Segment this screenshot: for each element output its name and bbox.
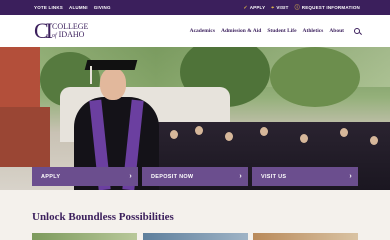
apply-button[interactable]: APPLY ›	[32, 167, 138, 186]
deposit-now-button-label: DEPOSIT NOW	[151, 173, 194, 180]
request-info-utility-link[interactable]: ⓘ REQUEST INFORMATION	[295, 4, 360, 11]
hero-tree	[270, 47, 360, 107]
nav-admission-aid[interactable]: Admission & Aid	[221, 28, 261, 34]
crowd-face	[195, 126, 203, 135]
giving-link[interactable]: GIVING	[94, 5, 111, 10]
logo-wordmark: COLLEGE of IDAHO	[52, 23, 88, 40]
graduation-cap-icon	[84, 60, 138, 70]
ci-monogram-icon: CI	[34, 18, 53, 43]
nav-academics[interactable]: Academics	[190, 28, 215, 34]
apply-utility-link[interactable]: ✓ APPLY	[243, 5, 265, 11]
chevron-right-icon: ›	[239, 173, 242, 180]
chevron-right-icon: ›	[349, 173, 352, 180]
crowd-face	[370, 136, 378, 145]
crowd-face	[170, 130, 178, 139]
crowd-face	[340, 128, 348, 137]
chevron-right-icon: ›	[129, 173, 132, 180]
college-logo[interactable]: CI COLLEGE of IDAHO	[34, 20, 88, 42]
utility-bar: YOTE LINKS ALUMNI GIVING ✓ APPLY ⌖ VISIT…	[0, 0, 390, 15]
graduate-face	[100, 68, 126, 100]
feature-thumbnail[interactable]	[142, 233, 248, 240]
visit-utility-link[interactable]: ⌖ VISIT	[271, 5, 288, 11]
deposit-now-button[interactable]: DEPOSIT NOW ›	[142, 167, 248, 186]
nav-student-life[interactable]: Student Life	[267, 28, 296, 34]
main-nav: CI COLLEGE of IDAHO Academics Admission …	[0, 15, 390, 47]
crowd-face	[300, 134, 308, 143]
feature-thumbnail[interactable]	[253, 233, 358, 240]
search-icon[interactable]	[354, 28, 360, 34]
visit-us-button[interactable]: VISIT US ›	[252, 167, 358, 186]
check-icon: ✓	[243, 4, 248, 11]
section-title: Unlock Boundless Possibilities	[32, 211, 174, 223]
primary-nav-links: Academics Admission & Aid Student Life A…	[190, 28, 360, 34]
request-info-utility-label: REQUEST INFORMATION	[301, 5, 360, 10]
logo-line2: of IDAHO	[52, 30, 88, 40]
nav-about[interactable]: About	[329, 28, 344, 34]
feature-thumbnails	[32, 233, 358, 240]
hero-brick-building-lower	[0, 107, 50, 167]
apply-utility-label: APPLY	[249, 5, 266, 10]
alumni-link[interactable]: ALUMNI	[69, 5, 88, 10]
apply-button-label: APPLY	[41, 173, 61, 180]
logo-line2-prefix: of	[52, 33, 57, 39]
feature-thumbnail[interactable]	[32, 233, 137, 240]
nav-athletics[interactable]: Athletics	[303, 28, 324, 34]
logo-line2-text: IDAHO	[58, 30, 85, 39]
cta-row: APPLY › DEPOSIT NOW › VISIT US ›	[32, 167, 358, 186]
graduate-tassel	[90, 66, 92, 84]
visit-us-button-label: VISIT US	[261, 173, 287, 180]
location-pin-icon: ⌖	[271, 4, 275, 11]
crowd-face	[225, 132, 233, 141]
utility-left-links: YOTE LINKS ALUMNI GIVING	[34, 5, 111, 10]
utility-right-links: ✓ APPLY ⌖ VISIT ⓘ REQUEST INFORMATION	[243, 4, 360, 12]
info-icon: ⓘ	[294, 5, 300, 11]
visit-utility-label: VISIT	[276, 5, 289, 10]
yote-links-link[interactable]: YOTE LINKS	[34, 5, 63, 10]
crowd-face	[260, 127, 268, 136]
